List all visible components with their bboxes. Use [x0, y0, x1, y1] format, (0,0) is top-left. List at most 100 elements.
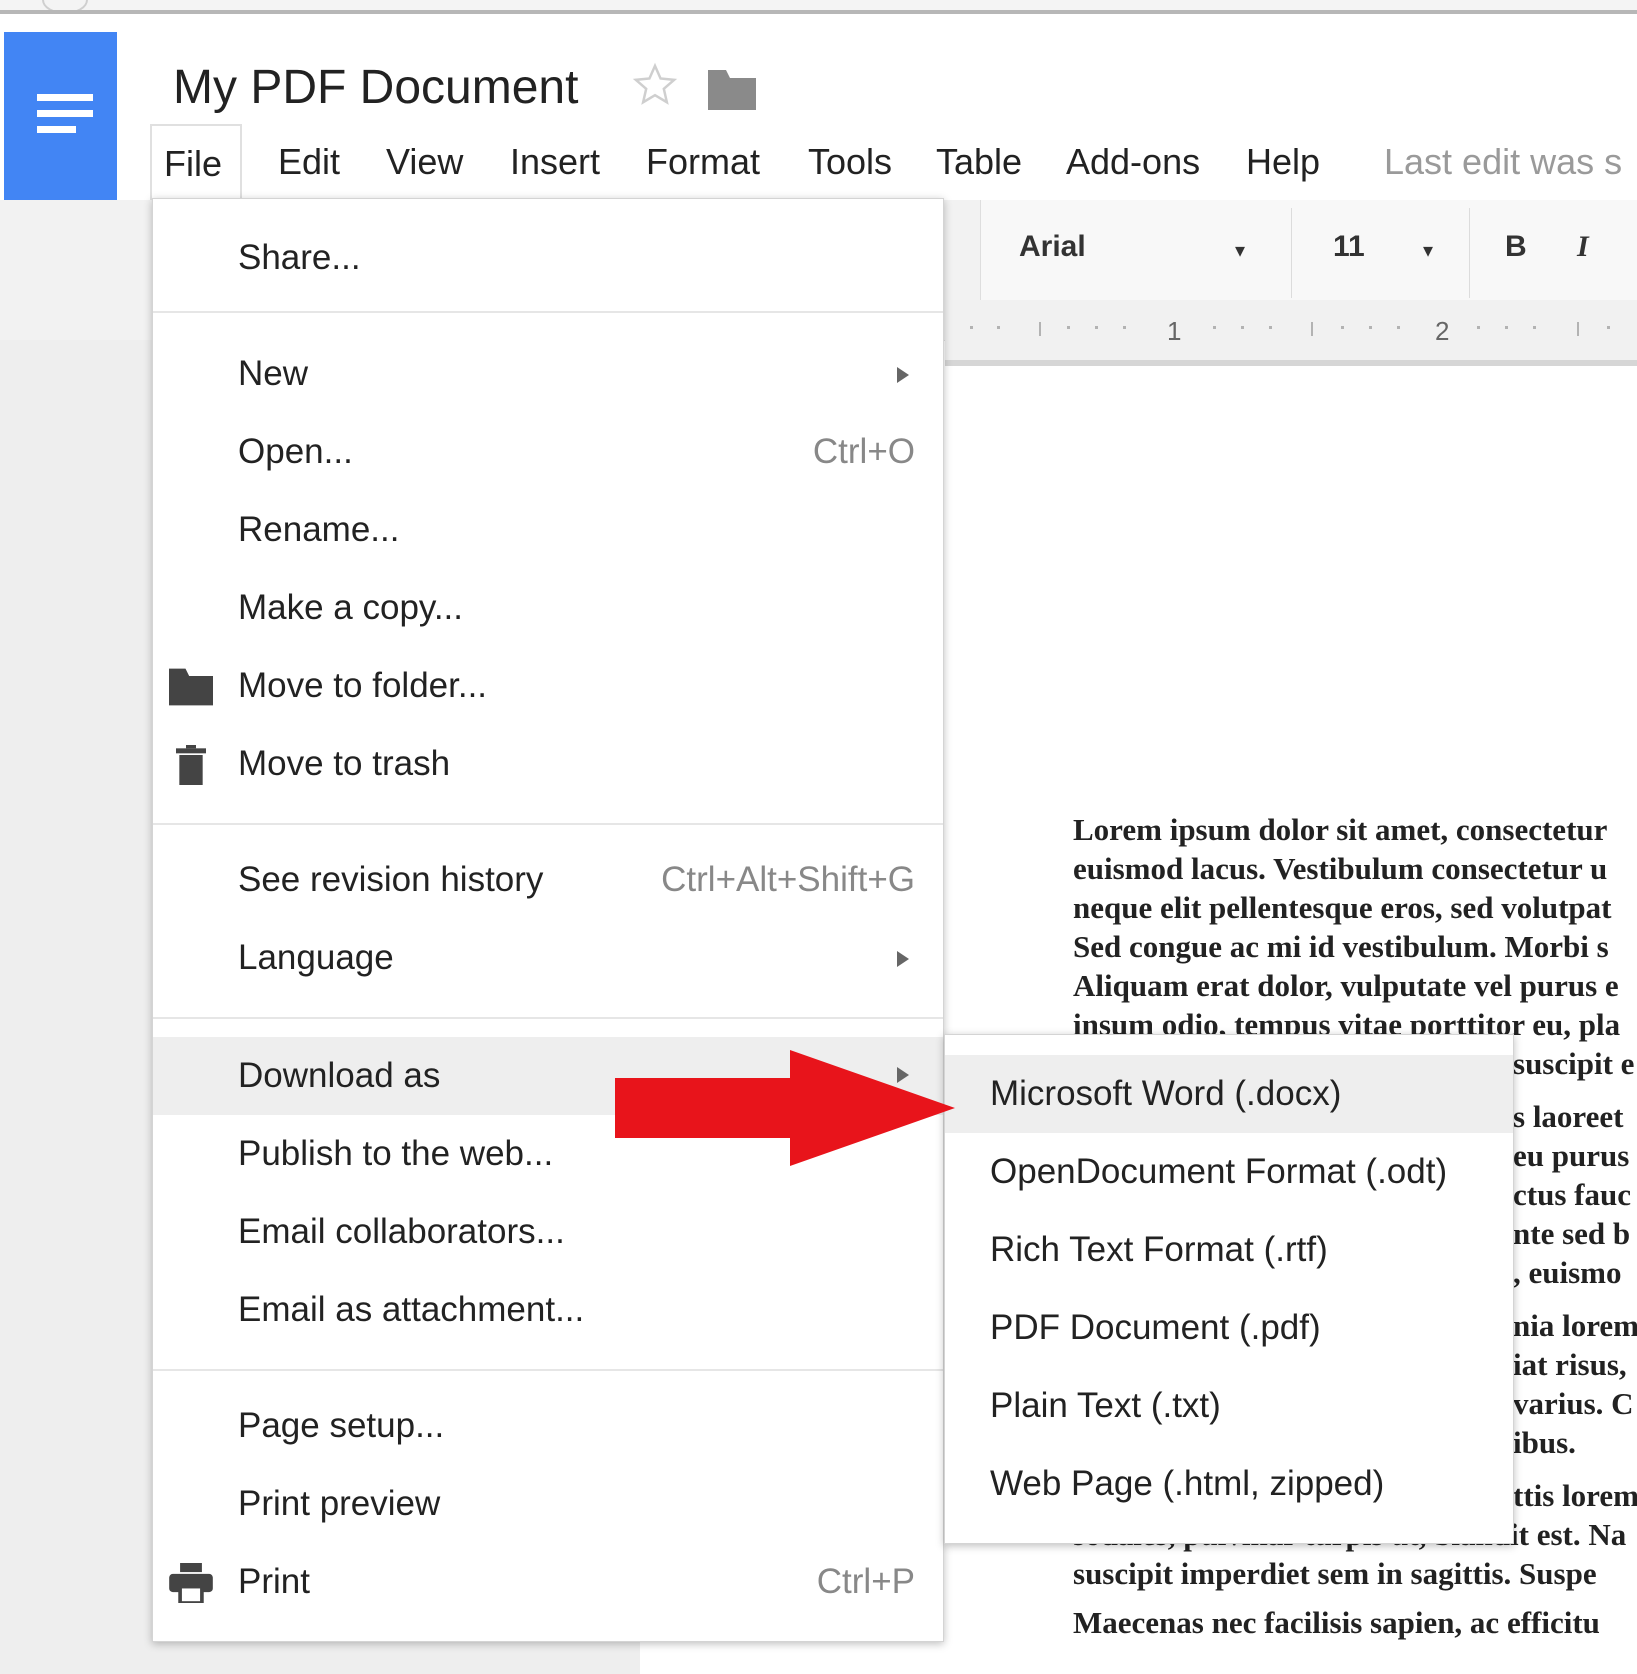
menu-move-to-folder[interactable]: Move to folder... [153, 649, 943, 723]
folder-icon[interactable] [708, 70, 756, 110]
ruler-tick [1039, 322, 1041, 336]
menu-edit[interactable]: Edit [278, 124, 340, 200]
window-top-strip [0, 0, 1637, 14]
docs-menu-icon [37, 94, 93, 142]
toolbar: Arial ▾ 11 ▾ B I [980, 200, 1637, 308]
italic-button[interactable]: I [1577, 230, 1589, 264]
download-docx-label: Microsoft Word (.docx) [990, 1074, 1342, 1113]
menu-file[interactable]: File [150, 124, 242, 200]
ruler-dot [1067, 326, 1070, 329]
menu-format[interactable]: Format [646, 124, 760, 200]
download-txt[interactable]: Plain Text (.txt) [945, 1369, 1513, 1443]
download-docx[interactable]: Microsoft Word (.docx) [945, 1055, 1513, 1133]
star-icon[interactable] [632, 62, 678, 108]
download-html-zipped[interactable]: Web Page (.html, zipped) [945, 1447, 1513, 1521]
menu-revision-history-label: See revision history [238, 860, 544, 899]
ruler-dot [1607, 326, 1610, 329]
ruler-dot [1241, 326, 1244, 329]
text-line: Aliquam erat dolor, vulputate vel purus … [1073, 968, 1619, 1003]
toolbar-separator [1291, 208, 1292, 298]
menu-print-preview[interactable]: Print preview [153, 1467, 943, 1541]
menu-addons[interactable]: Add-ons [1066, 124, 1200, 200]
menu-move-to-trash-label: Move to trash [238, 744, 451, 783]
download-html-label: Web Page (.html, zipped) [990, 1464, 1385, 1503]
menu-divider [153, 1369, 943, 1371]
ruler-dot [1095, 326, 1098, 329]
menu-revision-history[interactable]: See revision history Ctrl+Alt+Shift+G [153, 843, 943, 917]
menu-rename-label: Rename... [238, 510, 400, 549]
menu-insert[interactable]: Insert [510, 124, 600, 200]
download-pdf[interactable]: PDF Document (.pdf) [945, 1291, 1513, 1365]
submenu-arrow-icon [897, 367, 909, 383]
menu-move-to-trash[interactable]: Move to trash [153, 727, 943, 801]
menu-view[interactable]: View [386, 124, 463, 200]
ruler-dot [997, 326, 1000, 329]
file-menu-dropdown: Share... New Open... Ctrl+O Rename... Ma… [152, 198, 944, 1642]
ruler[interactable]: 1 2 [945, 300, 1637, 366]
ruler-dot [970, 326, 973, 329]
text-line: Sed congue ac mi id vestibulum. Morbi s [1073, 929, 1609, 964]
menu-email-collaborators-label: Email collaborators... [238, 1212, 565, 1251]
menu-bar: File Edit View Insert Format Tools Table… [150, 124, 1637, 200]
menu-email-attachment-label: Email as attachment... [238, 1290, 585, 1329]
download-rtf-label: Rich Text Format (.rtf) [990, 1230, 1328, 1269]
toolbar-separator [1469, 208, 1470, 298]
menu-new[interactable]: New [153, 337, 943, 411]
text-line: suscipit imperdiet sem in sagittis. Susp… [1073, 1556, 1597, 1591]
document-title[interactable]: My PDF Document [173, 60, 578, 115]
font-family-select[interactable]: Arial [1019, 230, 1086, 264]
ruler-label-2: 2 [1435, 316, 1450, 346]
menu-rename[interactable]: Rename... [153, 493, 943, 567]
download-as-submenu: Microsoft Word (.docx) OpenDocument Form… [944, 1034, 1514, 1544]
menu-divider [153, 1017, 943, 1019]
menu-language-label: Language [238, 938, 394, 977]
download-txt-label: Plain Text (.txt) [990, 1386, 1221, 1425]
ruler-dot [1123, 326, 1126, 329]
menu-share[interactable]: Share... [153, 221, 943, 295]
menu-print-preview-label: Print preview [238, 1484, 441, 1523]
menu-page-setup[interactable]: Page setup... [153, 1389, 943, 1463]
move-folder-icon [169, 668, 213, 706]
menu-move-to-folder-label: Move to folder... [238, 666, 488, 705]
menu-make-copy[interactable]: Make a copy... [153, 571, 943, 645]
download-odt[interactable]: OpenDocument Format (.odt) [945, 1135, 1513, 1209]
font-dropdown-arrow-icon[interactable]: ▾ [1235, 238, 1245, 263]
size-dropdown-arrow-icon[interactable]: ▾ [1423, 238, 1433, 263]
menu-print[interactable]: Print Ctrl+P [153, 1545, 943, 1619]
ruler-dot [1505, 326, 1508, 329]
text-line: neque elit pellentesque eros, sed volutp… [1073, 890, 1612, 925]
font-size-select[interactable]: 11 [1333, 230, 1365, 264]
ruler-tick [1577, 322, 1579, 336]
menu-download-as-label: Download as [238, 1056, 441, 1095]
menu-table[interactable]: Table [936, 124, 1022, 200]
ruler-dot [1341, 326, 1344, 329]
menu-email-attachment[interactable]: Email as attachment... [153, 1273, 943, 1347]
text-line: euismod lacus. Vestibulum consectetur u [1073, 851, 1608, 886]
ruler-dot [1533, 326, 1536, 329]
last-edit-link[interactable]: Last edit was s [1384, 124, 1622, 200]
download-rtf[interactable]: Rich Text Format (.rtf) [945, 1213, 1513, 1287]
menu-page-setup-label: Page setup... [238, 1406, 445, 1445]
text-line: Maecenas nec facilisis sapien, ac effici… [1073, 1605, 1600, 1640]
menu-email-collaborators[interactable]: Email collaborators... [153, 1195, 943, 1269]
shortcut-revision-history: Ctrl+Alt+Shift+G [661, 860, 915, 899]
menu-publish-label: Publish to the web... [238, 1134, 554, 1173]
menu-open-label: Open... [238, 432, 353, 471]
menu-divider [153, 311, 943, 313]
shortcut-print: Ctrl+P [816, 1562, 915, 1601]
menu-open[interactable]: Open... Ctrl+O [153, 415, 943, 489]
top-divider [0, 10, 1637, 14]
shortcut-open: Ctrl+O [812, 432, 915, 471]
menu-language[interactable]: Language [153, 921, 943, 995]
bold-button[interactable]: B [1505, 230, 1527, 264]
menu-print-label: Print [238, 1562, 310, 1601]
menu-make-copy-label: Make a copy... [238, 588, 464, 627]
red-arrow [615, 1050, 955, 1166]
ruler-dot [1213, 326, 1216, 329]
docs-home-button[interactable] [4, 32, 117, 202]
menu-tools[interactable]: Tools [808, 124, 892, 200]
menu-help[interactable]: Help [1246, 124, 1320, 200]
download-pdf-label: PDF Document (.pdf) [990, 1308, 1321, 1347]
text-line: Lorem ipsum dolor sit amet, consectetur [1073, 812, 1608, 847]
ruler-dot [1397, 326, 1400, 329]
